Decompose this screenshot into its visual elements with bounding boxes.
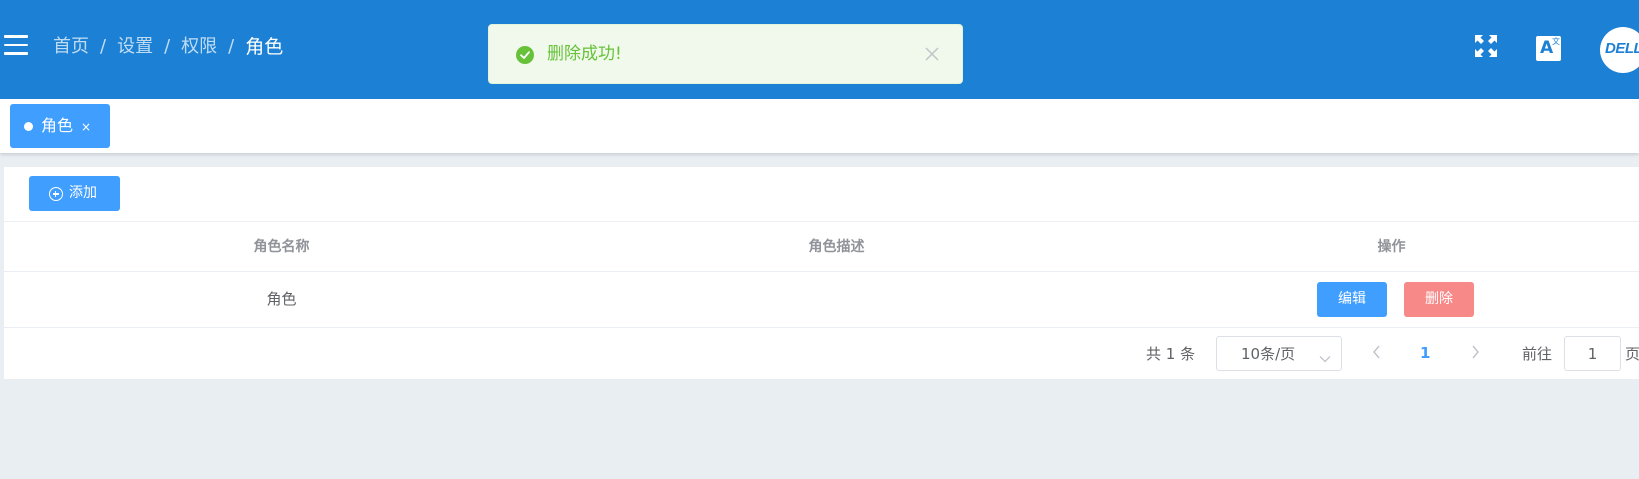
delete-button[interactable]: 删除 (1404, 282, 1474, 317)
toast-message: 删除成功! (547, 44, 622, 64)
language-icon[interactable]: A 文 (1536, 36, 1561, 61)
breadcrumb-separator: / (100, 36, 107, 57)
goto-suffix: 页 (1625, 345, 1639, 363)
tags-bar: 角色 × (0, 99, 1639, 153)
success-toast: 删除成功! (488, 24, 963, 84)
language-icon-sub: 文 (1552, 37, 1560, 46)
breadcrumb: 首页 / 设置 / 权限 / 角色 (53, 34, 283, 60)
page-size-select[interactable]: 10条/页 (1216, 336, 1342, 371)
breadcrumb-permissions[interactable]: 权限 (181, 34, 217, 60)
pagination-total: 共 1 条 (1146, 345, 1196, 363)
tag-close-icon[interactable]: × (81, 118, 91, 136)
role-name-cell: 角色 (266, 290, 297, 308)
column-header-name: 角色名称 (253, 239, 310, 255)
success-check-icon (516, 46, 534, 64)
close-icon[interactable] (922, 44, 942, 64)
breadcrumb-separator: / (164, 36, 171, 57)
breadcrumb-home[interactable]: 首页 (53, 34, 89, 60)
fullscreen-icon[interactable] (1474, 34, 1498, 58)
avatar-logo: DELL (1605, 40, 1639, 57)
add-button-label: 添加 (69, 185, 97, 201)
active-dot-icon (24, 122, 33, 131)
tag-label: 角色 (41, 116, 74, 135)
edit-button[interactable]: 编辑 (1317, 282, 1387, 317)
table-row: 角色 编辑 删除 (4, 271, 1639, 327)
breadcrumb-settings[interactable]: 设置 (117, 34, 153, 60)
page-size-value: 10条/页 (1241, 345, 1296, 363)
add-button[interactable]: 添加 (29, 176, 120, 211)
roles-table: 角色名称 角色描述 操作 角色 编辑 删除 (4, 221, 1639, 327)
pagination: 共 1 条 10条/页 1 前往 页 (4, 328, 1639, 379)
page-number-current[interactable]: 1 (1420, 343, 1430, 363)
goto-page-input[interactable] (1564, 336, 1621, 371)
chevron-right-icon[interactable] (1470, 344, 1480, 364)
menu-toggle-icon[interactable] (4, 35, 28, 55)
table-header: 角色名称 角色描述 操作 (4, 221, 1639, 271)
main-panel: 添加 角色名称 角色描述 操作 角色 编辑 删除 共 1 条 10条/页 1 前… (4, 167, 1639, 379)
plus-circle-icon (49, 187, 63, 201)
avatar[interactable]: DELL (1600, 27, 1639, 73)
chevron-left-icon[interactable] (1372, 344, 1382, 364)
breadcrumb-roles: 角色 (245, 36, 284, 58)
tag-roles[interactable]: 角色 × (10, 104, 110, 148)
goto-label: 前往 (1522, 345, 1553, 363)
chevron-down-icon (1319, 349, 1331, 367)
column-header-description: 角色描述 (808, 239, 865, 255)
column-header-actions: 操作 (1377, 239, 1406, 255)
breadcrumb-separator: / (228, 36, 235, 57)
